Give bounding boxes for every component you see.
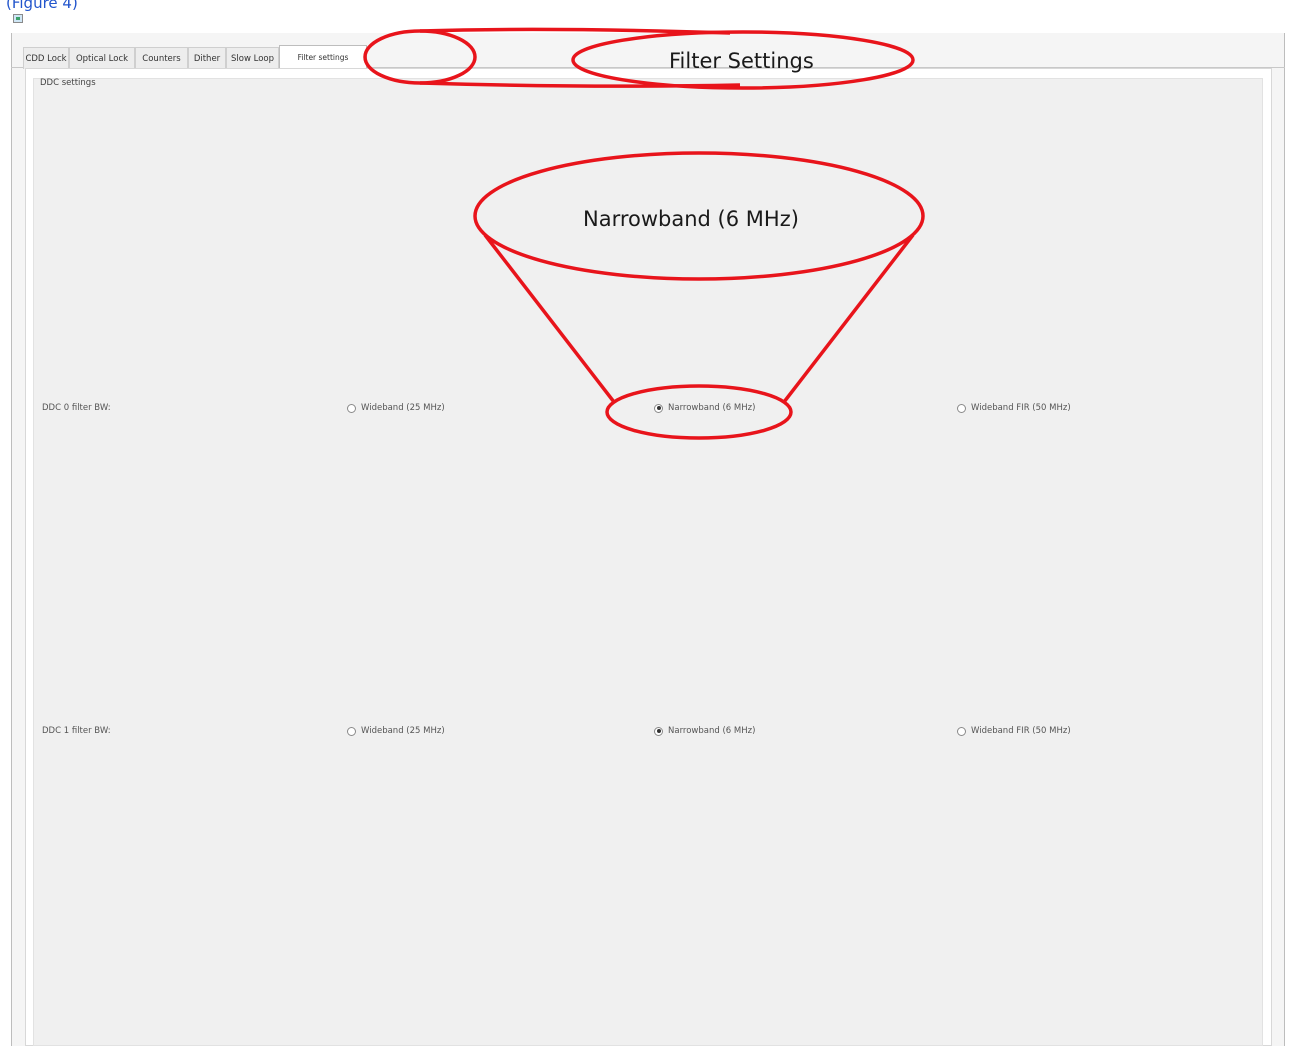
figure-link[interactable]: (Figure 4)	[6, 0, 78, 12]
tab-dither[interactable]: Dither	[188, 47, 226, 69]
page: (Figure 4) CDD Lock Optical Lock Counter…	[0, 0, 1290, 1046]
radio-button[interactable]	[347, 403, 356, 413]
ddc0-narrowband-option[interactable]: Narrowband (6 MHz)	[654, 403, 755, 413]
option-label: Wideband FIR (50 MHz)	[971, 403, 1071, 413]
radio-button[interactable]	[347, 726, 356, 736]
filter-settings-callout: Filter Settings	[669, 49, 814, 73]
ddc0-filter-label: DDC 0 filter BW:	[42, 403, 111, 413]
radio-button[interactable]	[957, 726, 966, 736]
tab-filter-settings[interactable]: Filter settings	[279, 45, 367, 69]
tab-slow-loop[interactable]: Slow Loop	[226, 47, 279, 69]
ddc0-wideband-option[interactable]: Wideband (25 MHz)	[347, 403, 445, 413]
option-label: Wideband (25 MHz)	[361, 726, 445, 736]
ddc1-narrowband-option[interactable]: Narrowband (6 MHz)	[654, 726, 755, 736]
group-title: DDC settings	[40, 78, 96, 88]
tab-optical-lock[interactable]: Optical Lock	[69, 47, 135, 69]
tab-counters[interactable]: Counters	[135, 47, 188, 69]
narrowband-callout: Narrowband (6 MHz)	[583, 207, 799, 231]
ddc1-wideband-fir-option[interactable]: Wideband FIR (50 MHz)	[957, 726, 1071, 736]
option-label: Wideband FIR (50 MHz)	[971, 726, 1071, 736]
tab-bar: CDD Lock Optical Lock Counters Dither Sl…	[23, 45, 367, 69]
tab-cdd-lock[interactable]: CDD Lock	[23, 47, 69, 69]
ddc0-wideband-fir-option[interactable]: Wideband FIR (50 MHz)	[957, 403, 1071, 413]
option-label: Wideband (25 MHz)	[361, 403, 445, 413]
option-label: Narrowband (6 MHz)	[668, 403, 756, 413]
option-label: Narrowband (6 MHz)	[668, 726, 756, 736]
radio-button[interactable]	[957, 403, 966, 413]
window-icon	[13, 14, 23, 23]
radio-button-selected[interactable]	[654, 726, 663, 736]
ddc1-wideband-option[interactable]: Wideband (25 MHz)	[347, 726, 445, 736]
ddc1-filter-label: DDC 1 filter BW:	[42, 726, 111, 736]
radio-button-selected[interactable]	[654, 403, 663, 413]
